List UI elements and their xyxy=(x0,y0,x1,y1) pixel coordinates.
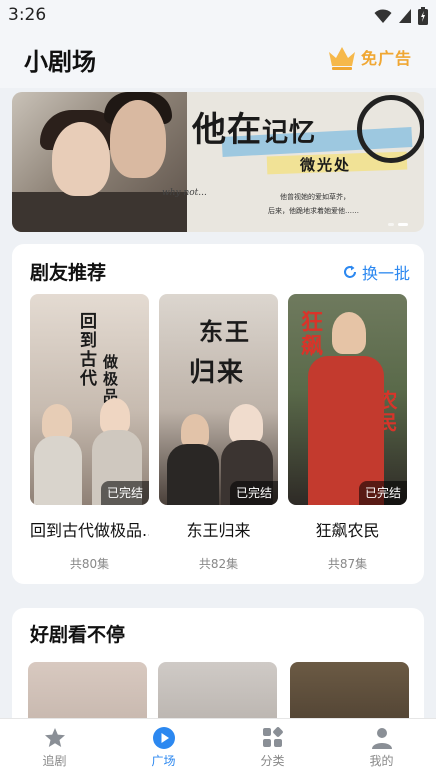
tab-label: 分类 xyxy=(260,754,285,768)
drama-poster[interactable]: 狂飙 农民 已完结 xyxy=(288,294,407,505)
user-icon xyxy=(371,728,392,749)
drama-card[interactable]: 回到古代 做极品家丁 已完结 回到古代做极品... 共80集 xyxy=(30,294,149,572)
status-badge: 已完结 xyxy=(358,481,407,505)
app-header: 小剧场 免广告 xyxy=(0,30,436,88)
clock-icon xyxy=(357,95,424,163)
section-title: 剧友推荐 xyxy=(30,262,107,284)
status-time: 3:26 xyxy=(8,5,47,25)
tab-category[interactable]: 分类 xyxy=(218,719,327,776)
ad-free-label: 免广告 xyxy=(360,49,412,68)
status-icons xyxy=(374,7,428,25)
banner-subtitle: 微光处 xyxy=(300,156,352,174)
tab-label: 追剧 xyxy=(42,754,67,768)
status-badge: 已完结 xyxy=(100,481,149,505)
star-icon xyxy=(44,728,65,747)
banner-script-text: why not... xyxy=(162,188,207,198)
tab-profile[interactable]: 我的 xyxy=(327,719,436,776)
banner-tagline-2: 后来，他跪地求着她爱他…… xyxy=(268,207,359,215)
banner-photo xyxy=(12,92,187,232)
bottom-tab-bar: 追剧 广场 分类 我的 xyxy=(0,718,436,776)
episode-count: 共80集 xyxy=(69,557,110,571)
play-circle-icon xyxy=(152,727,175,749)
signal-icon xyxy=(399,9,411,23)
tab-label: 广场 xyxy=(151,754,176,768)
drama-name[interactable]: 东王归来 xyxy=(159,517,278,541)
banner-dot xyxy=(388,223,394,226)
tab-label: 我的 xyxy=(369,754,394,768)
refresh-label: 换一批 xyxy=(361,264,410,283)
poster-subtitle: 归来 xyxy=(189,358,246,388)
ad-free-button[interactable]: 免广告 xyxy=(327,44,412,70)
poster-title: 狂飙 xyxy=(297,310,323,358)
drama-name[interactable]: 回到古代做极品... xyxy=(30,517,149,541)
drama-name[interactable]: 狂飙农民 xyxy=(288,517,407,541)
drama-poster[interactable]: 回到古代 做极品家丁 已完结 xyxy=(30,294,149,505)
status-bar: 3:26 xyxy=(0,0,436,30)
poster-title: 东王 xyxy=(199,317,251,346)
battery-icon xyxy=(418,7,428,25)
crown-icon xyxy=(328,47,355,70)
promo-banner[interactable]: 他在记忆 微光处 why not... 他曾视她的爱如草芥， 后来，他跪地求着她… xyxy=(12,92,424,232)
drama-card[interactable]: 东王 归来 已完结 东王归来 共82集 xyxy=(159,294,278,572)
refresh-icon xyxy=(344,265,356,278)
episode-count: 共87集 xyxy=(327,557,368,571)
status-badge: 已完结 xyxy=(229,481,278,505)
drama-poster[interactable]: 东王 归来 已完结 xyxy=(159,294,278,505)
poster-title: 回到古代 xyxy=(76,312,96,388)
banner-pagination xyxy=(388,223,408,226)
tab-square[interactable]: 广场 xyxy=(109,719,218,776)
wifi-icon xyxy=(374,9,392,23)
tab-follow[interactable]: 追剧 xyxy=(0,719,109,776)
banner-title: 他在记忆 xyxy=(192,110,317,150)
page-title: 小剧场 xyxy=(24,48,96,76)
recommend-section: 剧友推荐 换一批 回到古代 做极品家丁 已完结 回到古代做极品... 共80集 … xyxy=(12,244,424,584)
drama-card[interactable]: 狂飙 农民 已完结 狂飙农民 共87集 xyxy=(288,294,407,572)
section-title: 好剧看不停 xyxy=(30,624,126,646)
banner-dot-active xyxy=(398,223,408,226)
refresh-button[interactable]: 换一批 xyxy=(342,260,410,284)
category-grid-icon xyxy=(262,727,283,747)
episode-count: 共82集 xyxy=(198,557,239,571)
banner-tagline-1: 他曾视她的爱如草芥， xyxy=(280,193,350,201)
